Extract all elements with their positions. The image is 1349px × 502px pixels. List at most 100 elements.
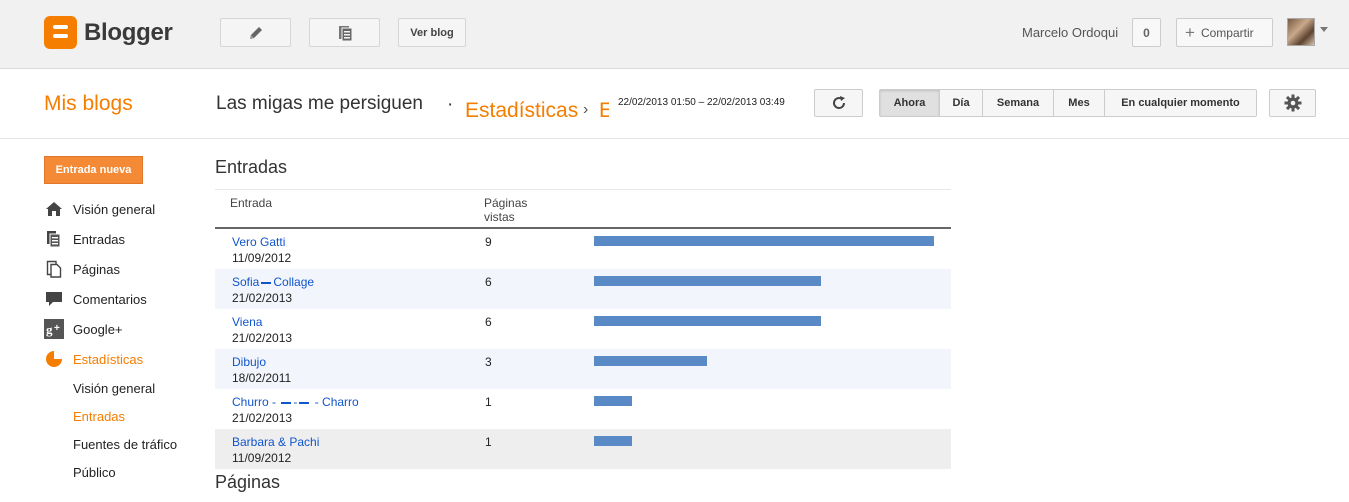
new-post-pencil-button[interactable] (220, 18, 291, 47)
views-bar (594, 236, 934, 246)
sidebar-subitem-audience[interactable]: Público (73, 465, 116, 480)
sidebar-item-stats[interactable]: Estadísticas (44, 348, 143, 370)
section-title-posts: Entradas (215, 157, 288, 177)
sidebar-item-label: Comentarios (73, 291, 147, 307)
section-title-pages: Páginas (215, 472, 281, 492)
views-bar (594, 276, 821, 286)
views-bar (594, 396, 632, 406)
settings-button[interactable] (1269, 89, 1316, 117)
sidebar-subitem-overview[interactable]: Visión general (73, 381, 155, 396)
post-date: 21/02/2013 (232, 411, 293, 425)
post-title-link[interactable]: Dibujo (232, 355, 266, 369)
post-date: 18/02/2011 (232, 371, 292, 385)
views-bar (594, 316, 821, 326)
dash-mark (299, 401, 310, 404)
posts-table: Entrada Páginas vistas Vero Gatti 11/09/… (215, 189, 951, 469)
posts-icon (338, 25, 352, 41)
view-blog-button[interactable]: Ver blog (398, 18, 466, 47)
blogger-logo-icon (44, 16, 77, 49)
google-plus-icon: g + (44, 319, 64, 339)
posts-icon (44, 229, 64, 249)
breadcrumb-separator: · (447, 94, 454, 115)
post-title-link[interactable]: Viena (232, 315, 262, 329)
post-views: 1 (485, 395, 492, 409)
post-date: 11/09/2012 (232, 451, 292, 465)
plus-icon: + (1185, 23, 1195, 42)
user-name[interactable]: Marcelo Ordoqui (1022, 25, 1118, 40)
date-range: 22/02/2013 01:50 – 22/02/2013 03:49 (618, 97, 785, 108)
post-title-link[interactable]: Barbara & Pachi (232, 435, 319, 449)
post-views: 1 (485, 435, 492, 449)
period-now[interactable]: Ahora (880, 90, 940, 116)
table-row: Dibujo 18/02/2011 3 (215, 349, 951, 389)
column-header-views[interactable]: Páginas vistas (484, 196, 527, 224)
sidebar-item-pages[interactable]: Páginas (44, 258, 120, 280)
blogger-logo[interactable]: Blogger (44, 16, 173, 49)
sidebar-item-posts[interactable]: Entradas (44, 228, 125, 250)
post-title-link[interactable]: Churro - - - Charro (232, 395, 359, 409)
post-views: 6 (485, 315, 492, 329)
sidebar-item-label: Estadísticas (73, 351, 144, 367)
period-week[interactable]: Semana (983, 90, 1054, 116)
dash-mark (261, 281, 272, 284)
pages-icon (44, 259, 64, 279)
avatar[interactable] (1287, 18, 1315, 46)
period-month[interactable]: Mes (1054, 90, 1105, 116)
period-selector: Ahora Día Semana Mes En cualquier moment… (879, 89, 1257, 117)
post-date: 11/09/2012 (232, 251, 292, 265)
table-row: Sofia Collage 21/02/2013 6 (215, 269, 951, 309)
sidebar-subitem-posts[interactable]: Entradas (73, 409, 125, 424)
my-blogs-link[interactable]: Mis blogs (44, 92, 133, 116)
column-header-views-line1: Páginas (484, 196, 528, 210)
post-views: 9 (485, 235, 492, 249)
app-name: Blogger (84, 18, 173, 46)
new-post-button[interactable]: Entrada nueva (44, 156, 143, 184)
posts-list-button[interactable] (309, 18, 380, 47)
post-views: 6 (485, 275, 492, 289)
refresh-icon (832, 96, 845, 109)
sidebar-item-label: Entradas (73, 231, 126, 247)
post-title-part: Collage (273, 275, 315, 289)
share-button[interactable]: + Compartir (1176, 18, 1273, 47)
sidebar-item-label: Visión general (73, 201, 156, 217)
chevron-down-icon[interactable] (1320, 27, 1328, 32)
post-title-part: Churro - (232, 395, 277, 409)
post-date: 21/02/2013 (232, 291, 293, 305)
sidebar-item-overview[interactable]: Visión general (44, 198, 155, 220)
breadcrumb-stats[interactable]: Estadísticas (465, 99, 578, 123)
svg-text:+: + (54, 323, 60, 334)
post-title-link[interactable]: Vero Gatti (232, 235, 285, 249)
views-bar (594, 436, 632, 446)
post-views: 3 (485, 355, 492, 369)
breadcrumb-current: E (599, 99, 609, 122)
period-all-time[interactable]: En cualquier momento (1105, 90, 1256, 116)
post-title-part: - (293, 395, 298, 409)
stats-pie-icon (44, 349, 64, 369)
table-header: Entrada Páginas vistas (215, 189, 951, 229)
sidebar-item-label: Páginas (73, 261, 120, 277)
refresh-button[interactable] (814, 89, 863, 117)
table-row: Barbara & Pachi 11/09/2012 1 (215, 429, 951, 469)
views-bar (594, 356, 707, 366)
post-title-part: Sofia (232, 275, 260, 289)
blog-name[interactable]: Las migas me persiguen (216, 93, 423, 115)
comments-icon (44, 289, 64, 309)
column-header-views-line2: vistas (484, 210, 515, 224)
post-title-link[interactable]: Sofia Collage (232, 275, 314, 289)
sidebar-subitem-traffic-sources[interactable]: Fuentes de tráfico (73, 437, 177, 452)
sidebar-item-comments[interactable]: Comentarios (44, 288, 147, 310)
share-label: Compartir (1200, 25, 1254, 40)
table-row: Viena 21/02/2013 6 (215, 309, 951, 349)
pencil-icon (249, 26, 262, 39)
column-header-post[interactable]: Entrada (230, 196, 272, 210)
sidebar-item-google-plus[interactable]: g + Google+ (44, 318, 123, 340)
sidebar-item-label: Google+ (73, 321, 123, 337)
period-day[interactable]: Día (940, 90, 983, 116)
table-row: Vero Gatti 11/09/2012 9 (215, 229, 951, 269)
table-row: Churro - - - Charro 21/02/2013 1 (215, 389, 951, 429)
post-title-part: - Charro (314, 395, 359, 409)
breadcrumb-arrow: › (583, 101, 589, 118)
post-date: 21/02/2013 (232, 331, 293, 345)
home-icon (44, 199, 64, 219)
notification-count[interactable]: 0 (1132, 18, 1161, 47)
